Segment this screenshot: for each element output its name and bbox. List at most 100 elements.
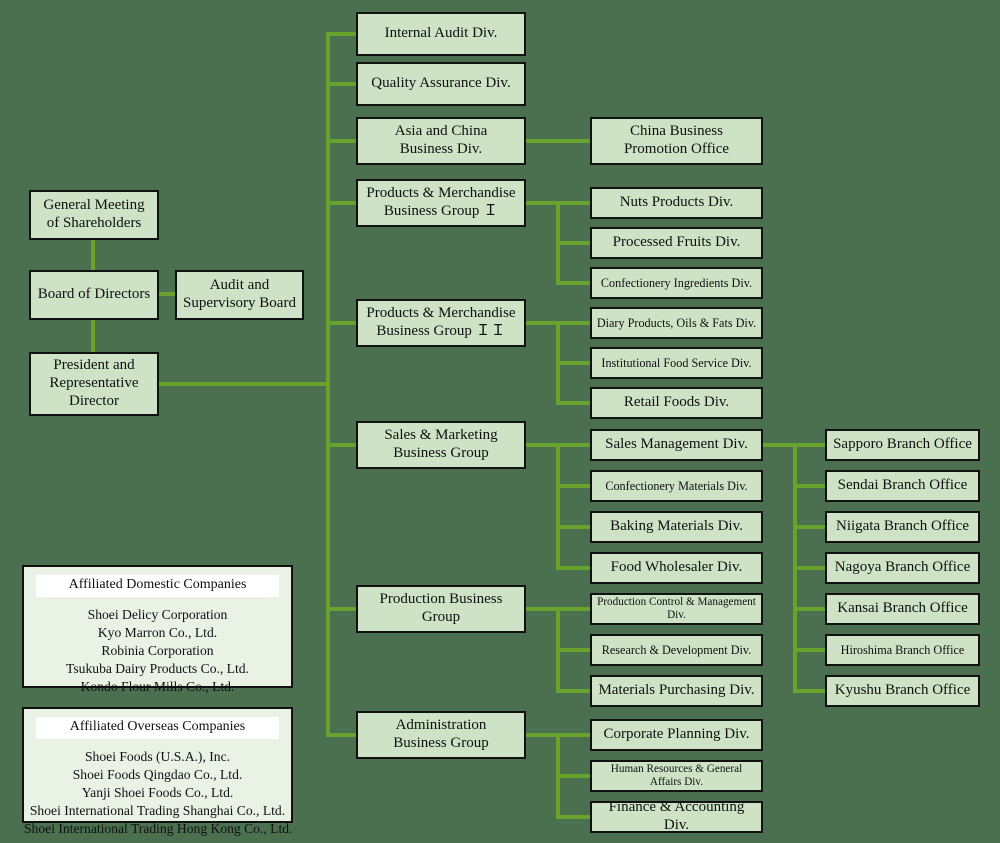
connector-sales-child-1 [556, 484, 590, 488]
connector-trunk-quality-assurance [326, 82, 358, 86]
panel-title: Affiliated Overseas Companies [36, 717, 279, 739]
connector-trunk-group-admin [326, 733, 358, 737]
box-div-confectionery-ingredients[interactable]: Confectionery Ingredients Div. [590, 267, 763, 299]
box-div-production-control-management[interactable]: Production Control & Management Div. [590, 593, 763, 625]
box-label: President and Representative Director [49, 357, 139, 409]
box-label: Sendai Branch Office [837, 477, 968, 494]
panel-company-list: Shoei Foods (U.S.A.), Inc. Shoei Foods Q… [24, 748, 293, 838]
panel-company-list: Shoei Delicy Corporation Kyo Marron Co.,… [24, 606, 291, 696]
box-branch-hiroshima[interactable]: Hiroshima Branch Office [825, 634, 980, 666]
box-label: Board of Directors [37, 286, 151, 303]
box-label: Administration Business Group [393, 717, 489, 751]
box-label: Quality Assurance Div. [371, 75, 511, 92]
box-label: Materials Purchasing Div. [598, 682, 755, 699]
box-audit-and-supervisory-board[interactable]: Audit and Supervisory Board [175, 270, 304, 320]
box-branch-nagoya[interactable]: Nagoya Branch Office [825, 552, 980, 584]
connector-sales-stem [526, 443, 560, 447]
box-label: Institutional Food Service Div. [601, 355, 752, 370]
box-div-confectionery-materials[interactable]: Confectionery Materials Div. [590, 470, 763, 502]
connector-admin-child-2 [556, 815, 590, 819]
box-branch-niigata[interactable]: Niigata Branch Office [825, 511, 980, 543]
connector-production-stem [526, 607, 560, 611]
box-branch-sapporo[interactable]: Sapporo Branch Office [825, 429, 980, 461]
box-div-finance-accounting[interactable]: Finance & Accounting Div. [590, 799, 763, 833]
connector-trunk-asia-china [326, 139, 358, 143]
box-div-baking-materials[interactable]: Baking Materials Div. [590, 511, 763, 543]
box-label: General Meeting of Shareholders [43, 197, 145, 231]
box-board-of-directors[interactable]: Board of Directors [29, 270, 159, 320]
connector-sales-spine [556, 443, 560, 567]
list-item: Shoei Foods (U.S.A.), Inc. [85, 748, 230, 764]
box-div-retail-foods[interactable]: Retail Foods Div. [590, 387, 763, 419]
box-label: Diary Products, Oils & Fats Div. [596, 315, 757, 330]
box-label: Food Wholesaler Div. [610, 559, 743, 576]
box-group-production[interactable]: Production Business Group [356, 585, 526, 633]
connector-trunk-group-pm2 [326, 321, 358, 325]
connector-pm1-child-2 [556, 281, 590, 285]
box-internal-audit-div[interactable]: Internal Audit Div. [356, 12, 526, 56]
box-div-research-development[interactable]: Research & Development Div. [590, 634, 763, 666]
connector-pm2-child-1 [556, 361, 590, 365]
list-item: Shoei International Trading Hong Kong Co… [24, 820, 293, 836]
box-div-food-wholesaler[interactable]: Food Wholesaler Div. [590, 552, 763, 584]
connector-trunk-group-production [326, 607, 358, 611]
connector-pm1-child-0 [556, 201, 590, 205]
connector-branch-4 [793, 607, 825, 611]
connector-asia-china-promotion [526, 139, 590, 143]
box-label: Retail Foods Div. [623, 394, 730, 411]
box-quality-assurance-div[interactable]: Quality Assurance Div. [356, 62, 526, 106]
box-label: Sales & Marketing Business Group [384, 427, 498, 461]
box-label: Niigata Branch Office [835, 518, 969, 535]
connector-trunk-group-sales [326, 443, 358, 447]
box-group-administration[interactable]: Administration Business Group [356, 711, 526, 759]
box-label: Confectionery Materials Div. [605, 478, 748, 493]
box-div-institutional-food-service[interactable]: Institutional Food Service Div. [590, 347, 763, 379]
box-group-products-merchandise-1[interactable]: Products & Merchandise Business Group Ｉ [356, 179, 526, 227]
connector-admin-stem [526, 733, 560, 737]
connector-production-child-0 [556, 607, 590, 611]
box-label: Internal Audit Div. [384, 25, 498, 42]
box-div-nuts-products[interactable]: Nuts Products Div. [590, 187, 763, 219]
connector-branches-stem [763, 443, 797, 447]
box-china-business-promotion-office[interactable]: China Business Promotion Office [590, 117, 763, 165]
connector-branch-0 [793, 443, 825, 447]
connector-pm2-child-0 [556, 321, 590, 325]
box-label: Kyushu Branch Office [834, 682, 971, 699]
connector-sales-child-3 [556, 566, 590, 570]
box-branch-kansai[interactable]: Kansai Branch Office [825, 593, 980, 625]
connector-branch-3 [793, 566, 825, 570]
box-label: Confectionery Ingredients Div. [600, 275, 753, 290]
box-asia-and-china-business-div[interactable]: Asia and China Business Div. [356, 117, 526, 165]
box-group-products-merchandise-2[interactable]: Products & Merchandise Business Group ＩＩ [356, 299, 526, 347]
connector-branch-6 [793, 689, 825, 693]
box-div-diary-products-oils-fats[interactable]: Diary Products, Oils & Fats Div. [590, 307, 763, 339]
box-label: Asia and China Business Div. [394, 123, 488, 157]
connector-sales-child-0 [556, 443, 590, 447]
box-div-corporate-planning[interactable]: Corporate Planning Div. [590, 719, 763, 751]
list-item: Shoei Foods Qingdao Co., Ltd. [72, 766, 243, 782]
list-item: Tsukuba Dairy Products Co., Ltd. [66, 660, 249, 676]
box-branch-sendai[interactable]: Sendai Branch Office [825, 470, 980, 502]
panel-affiliated-domestic-companies: Affiliated Domestic Companies Shoei Deli… [22, 565, 293, 694]
box-group-sales-marketing[interactable]: Sales & Marketing Business Group [356, 421, 526, 469]
box-president-and-representative-director[interactable]: President and Representative Director [29, 352, 159, 416]
box-label: Nuts Products Div. [619, 194, 734, 211]
connector-branch-2 [793, 525, 825, 529]
box-label: Products & Merchandise Business Group ＩＩ [366, 305, 516, 339]
connector-board-president [91, 320, 95, 353]
box-general-meeting-of-shareholders[interactable]: General Meeting of Shareholders [29, 190, 159, 240]
box-label: Research & Development Div. [601, 642, 752, 657]
box-div-sales-management[interactable]: Sales Management Div. [590, 429, 763, 461]
box-label: Products & Merchandise Business Group Ｉ [366, 185, 516, 219]
box-div-processed-fruits[interactable]: Processed Fruits Div. [590, 227, 763, 259]
connector-trunk-internal-audit [326, 32, 358, 36]
box-div-materials-purchasing[interactable]: Materials Purchasing Div. [590, 675, 763, 707]
connector-production-child-2 [556, 689, 590, 693]
connector-board-audit [158, 292, 176, 296]
list-item: Shoei International Trading Shanghai Co.… [29, 802, 286, 818]
box-label: Production Business Group [379, 591, 503, 625]
box-branch-kyushu[interactable]: Kyushu Branch Office [825, 675, 980, 707]
box-div-human-resources-general-affairs[interactable]: Human Resources & General Affairs Div. [590, 760, 763, 792]
connector-sales-child-2 [556, 525, 590, 529]
box-label: Hiroshima Branch Office [840, 642, 965, 657]
